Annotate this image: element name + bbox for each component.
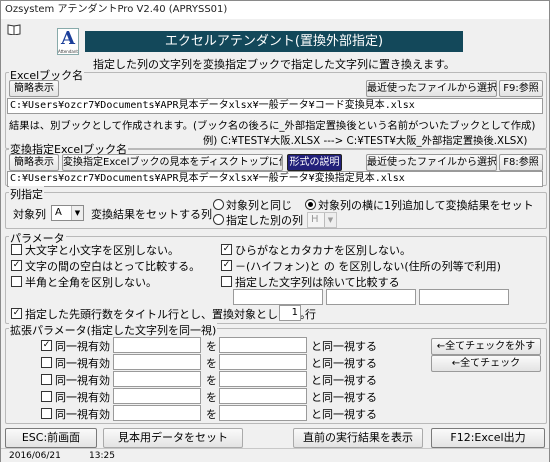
hyphen-label: －(ハイフォン)と の を区別しない(住所の列等で利用) [235,260,501,273]
ext-params-label: 拡張パラメータ(指定した文字列を同一視) [9,322,218,338]
other-column-value: H [311,214,319,225]
description: 指定した列の文字列を変換指定ブックで指定した文字列に置き換えます。 [93,58,455,71]
header-rows-input[interactable]: 1 [279,305,301,321]
ext-row-suffix: と同一視する [311,374,377,387]
ext-row-suffix: と同一視する [311,408,377,421]
column-label: 列指定 [9,186,44,202]
conv-simple-view-button[interactable]: 簡略表示 [9,154,59,171]
esc-back-button[interactable]: ESC:前画面 [5,428,97,448]
uncheck-all-button[interactable]: ←全てチェックを外す [431,338,541,355]
header-rows-label: 指定した先頭行数をタイトル行とし、置換対象としない。 [25,308,311,321]
show-last-result-button[interactable]: 直前の実行結果を表示 [293,428,423,448]
ext-row-wo: を [206,374,217,387]
ext-row-label: 同一視有効 [55,408,110,421]
ext-row-from-input[interactable] [113,354,201,370]
space-label: 文字の間の空白はとって比較する。 [25,260,201,273]
radio-same-column-label: 対象列と同じ [226,199,292,212]
check-all-button[interactable]: ←全てチェック [431,355,541,372]
conv-path-field[interactable]: C:¥Users¥ozcr7¥Documents¥APR見本データxlsx¥一般… [7,171,543,187]
target-column-value: A [55,207,62,218]
ext-row-label: 同一視有効 [55,340,110,353]
status-bar: 2016/06/21 13:25 [1,448,549,462]
format-help-button[interactable]: 形式の説明 [287,154,342,171]
space-checkbox[interactable]: ✓ [11,260,22,271]
page-banner: エクセルアテンダント(置換外部指定) [85,31,463,52]
except-label: 指定した文字列は除いて比較する [235,276,400,289]
case-label: 大文字と小文字を区別しない。 [25,244,179,257]
ext-row-checkbox[interactable]: ✓ [41,340,52,351]
except-text-1[interactable] [233,289,323,305]
radio-insert-column-label: 対象列の横に1列追加して変換結果をセット [318,199,534,212]
except-checkbox[interactable] [221,276,232,287]
conv-recent-button[interactable]: 最近使ったファイルから選択 [366,154,497,171]
target-column-label: 対象列 [13,208,46,221]
ext-row-checkbox[interactable] [41,391,52,402]
ext-row-wo: を [206,357,217,370]
logo-sub: Attendant [58,49,78,54]
title-bar: Ozsystem アテンダントPro V2.40 (APRYSS01) [1,1,549,19]
kana-label: ひらがなとカタカナを区別しない。 [235,244,411,257]
excel-note-1: 結果は、別ブックとして作成されます。(ブック名の後ろに_外部指定置換後という名前… [9,120,536,132]
ext-row-suffix: と同一視する [311,357,377,370]
ext-row-from-input[interactable] [113,405,201,421]
page-title: エクセルアテンダント(置換外部指定) [164,34,384,49]
header-rows-checkbox[interactable]: ✓ [11,308,22,319]
other-column-select[interactable]: H ▼ [307,212,337,228]
except-text-2[interactable] [326,289,416,305]
conv-desktop-sample-button[interactable]: 変換指定Excelブックの見本をディスクトップに作成 [62,154,283,171]
ext-row-to-input[interactable] [219,405,307,421]
except-text-3[interactable] [419,289,509,305]
ext-row-from-input[interactable] [113,388,201,404]
logo-letter: A [61,28,75,49]
radio-insert-column[interactable] [305,199,316,210]
radio-other-column[interactable] [213,214,224,225]
width-label: 半角と全角を区別しない。 [25,276,157,289]
case-checkbox[interactable] [11,244,22,255]
ext-row-checkbox[interactable] [41,374,52,385]
excel-recent-button[interactable]: 最近使ったファイルから選択 [366,80,497,97]
ext-row-suffix: と同一視する [311,391,377,404]
width-checkbox[interactable] [11,276,22,287]
radio-other-column-label: 指定した別の列 [226,214,303,227]
ext-row-wo: を [206,340,217,353]
ext-row-label: 同一視有効 [55,374,110,387]
ext-row-to-input[interactable] [219,388,307,404]
target-column-select[interactable]: A ▼ [51,205,84,221]
ext-row-to-input[interactable] [219,337,307,353]
set-column-label: 変換結果をセットする列 [91,208,212,221]
excel-path-field[interactable]: C:¥Users¥ozcr7¥Documents¥APR見本データxlsx¥一般… [7,98,543,114]
ext-row-wo: を [206,391,217,404]
ext-row-checkbox[interactable] [41,357,52,368]
excel-browse-button[interactable]: F9:参照 [499,80,543,97]
ext-row-checkbox[interactable] [41,408,52,419]
ext-row-label: 同一視有効 [55,357,110,370]
excel-note-2: 例) C:¥TEST¥大阪.XLSX ---> C:¥TEST¥大阪_外部指定置… [203,135,528,147]
status-date: 2016/06/21 [9,451,61,461]
ext-row-to-input[interactable] [219,354,307,370]
header-rows-unit: 行 [305,308,316,321]
excel-simple-view-button[interactable]: 簡略表示 [9,80,59,97]
status-time: 13:25 [89,451,115,461]
chevron-down-icon: ▼ [71,206,83,220]
header-rows-value: 1 [291,307,298,318]
ext-row-label: 同一視有効 [55,391,110,404]
ext-row-to-input[interactable] [219,371,307,387]
ext-row-from-input[interactable] [113,371,201,387]
hyphen-checkbox[interactable]: ✓ [221,260,232,271]
kana-checkbox[interactable]: ✓ [221,244,232,255]
book-icon[interactable] [7,23,21,36]
conv-browse-button[interactable]: F8:参照 [499,154,543,171]
ext-row-suffix: と同一視する [311,340,377,353]
app-logo: A Attendant [57,28,79,55]
chevron-down-icon: ▼ [324,213,336,227]
radio-same-column[interactable] [213,199,224,210]
set-sample-data-button[interactable]: 見本用データをセット [103,428,243,448]
app-window: Ozsystem アテンダントPro V2.40 (APRYSS01) A At… [0,0,550,462]
ext-row-from-input[interactable] [113,337,201,353]
excel-output-button[interactable]: F12:Excel出力 [431,428,545,448]
ext-row-wo: を [206,408,217,421]
